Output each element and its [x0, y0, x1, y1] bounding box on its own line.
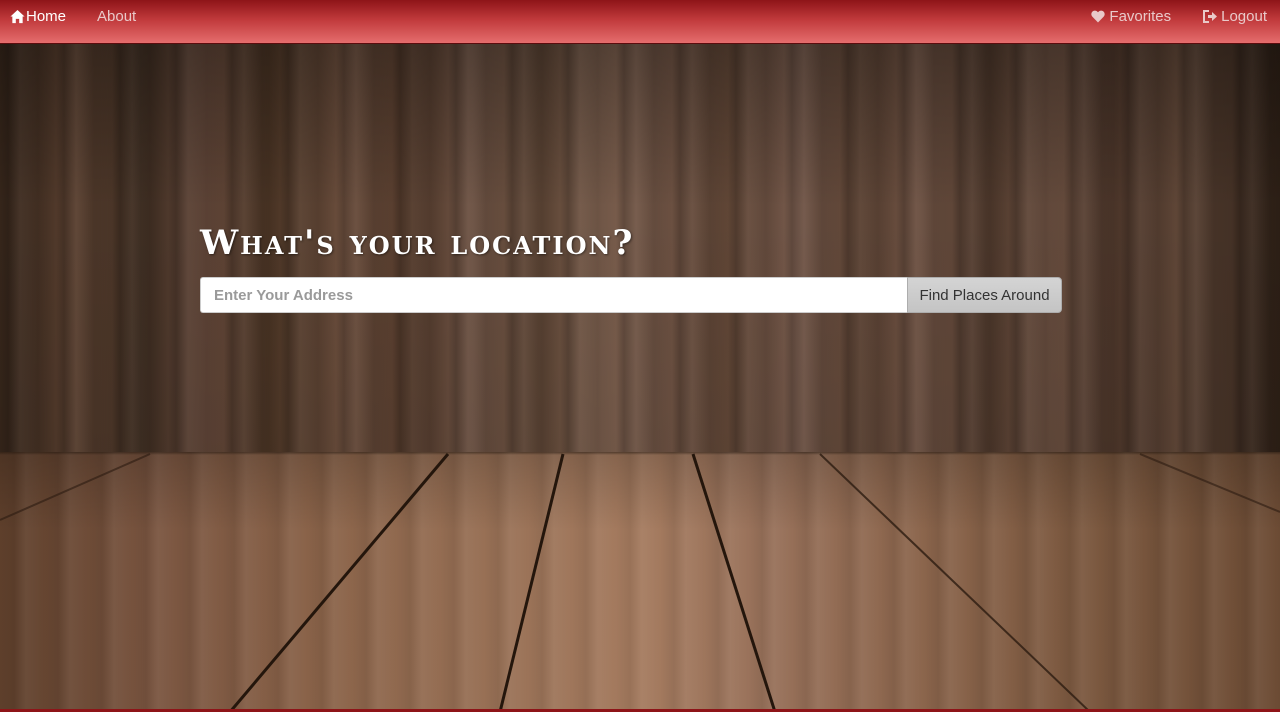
wood-background: [0, 43, 1280, 712]
address-search-input[interactable]: [200, 277, 907, 313]
find-places-button[interactable]: Find Places Around: [907, 277, 1062, 313]
hero-section: What's your location? Find Places Around: [200, 222, 1062, 313]
navbar-right: Favorites Logout: [1091, 0, 1267, 32]
nav-home-link[interactable]: Home: [10, 8, 66, 25]
address-search-group: Find Places Around: [200, 277, 1062, 313]
page: Home About Favorites Logout What's your …: [0, 0, 1280, 712]
nav-logout-link[interactable]: Logout: [1202, 8, 1267, 25]
wood-floor: [0, 452, 1280, 712]
hero-title: What's your location?: [200, 223, 635, 263]
logout-icon: [1202, 9, 1221, 24]
floor-edge-shadow: [0, 452, 1280, 455]
home-icon: [10, 9, 26, 24]
nav-home-label: Home: [26, 7, 67, 25]
nav-about-link[interactable]: About: [97, 8, 136, 25]
nav-favorites-link[interactable]: Favorites: [1091, 8, 1171, 25]
navbar: Home About Favorites Logout: [0, 0, 1280, 44]
navbar-left: Home About: [10, 0, 136, 32]
nav-favorites-label: Favorites: [1109, 7, 1172, 25]
nav-logout-label: Logout: [1221, 7, 1267, 25]
floor-plank-lines: [0, 453, 1280, 712]
heart-icon: [1091, 10, 1109, 23]
